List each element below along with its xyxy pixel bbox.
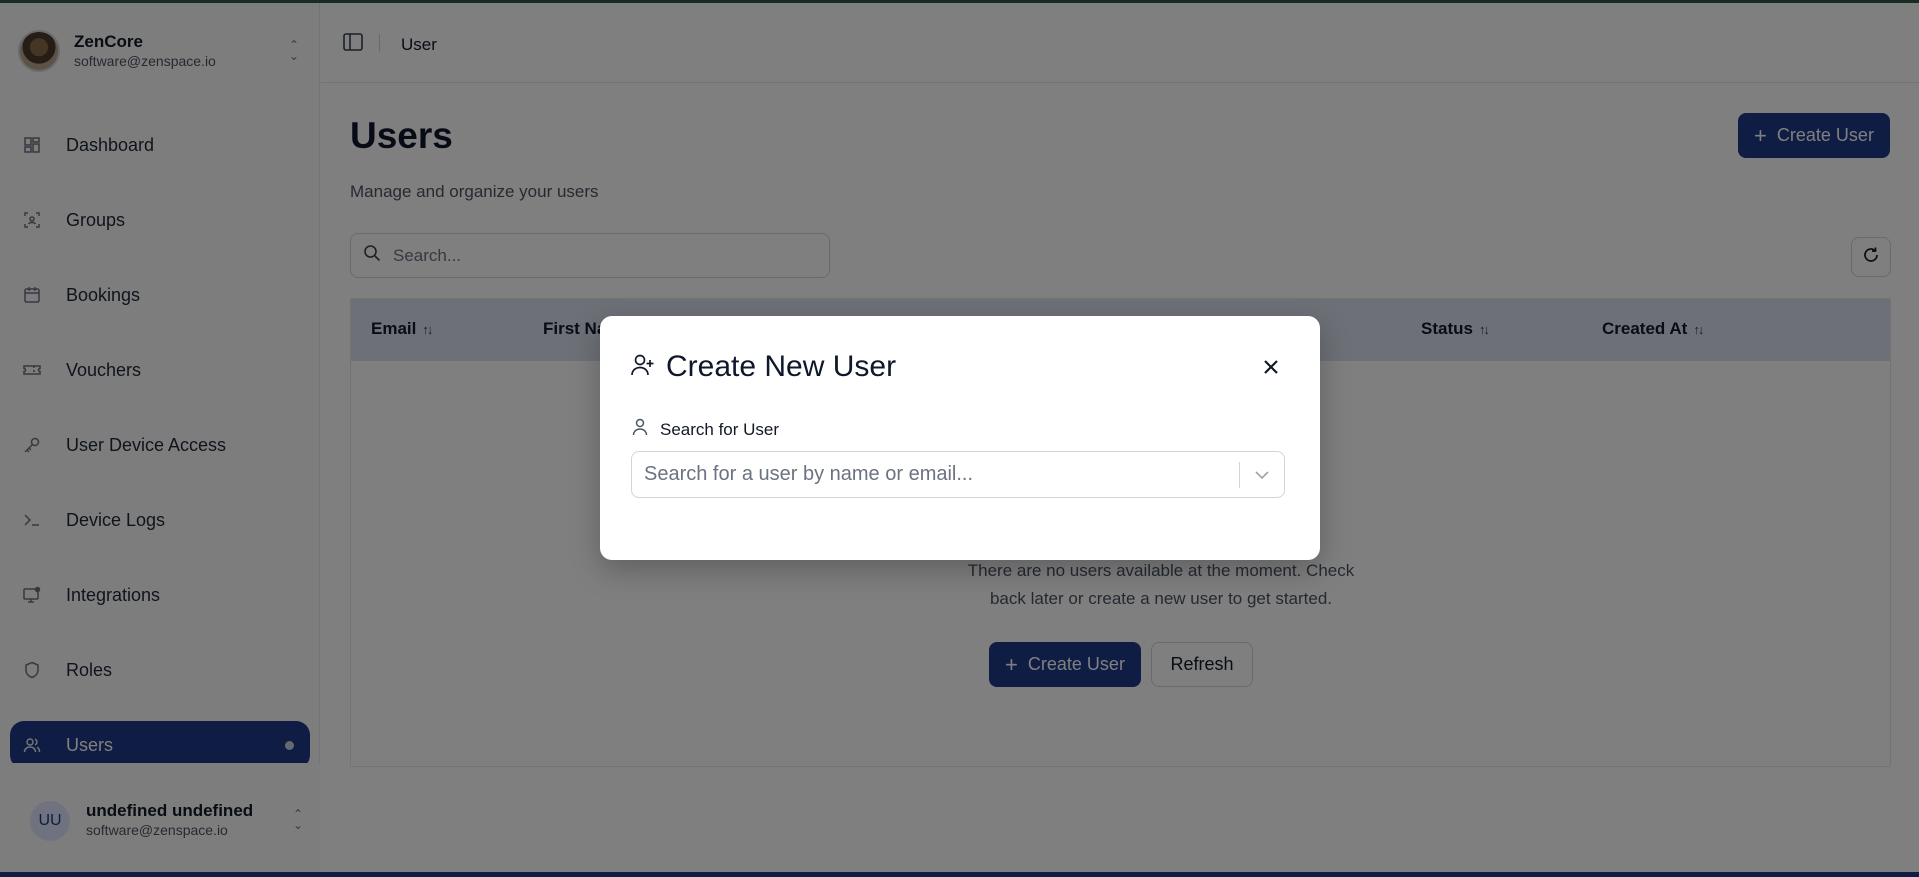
user-plus-icon	[630, 352, 656, 383]
create-user-dialog: Create New User Search for User	[600, 316, 1320, 560]
dialog-title: Create New User	[666, 350, 897, 383]
user-icon	[632, 418, 648, 441]
close-icon[interactable]	[1260, 356, 1282, 378]
user-search-input[interactable]	[644, 463, 1239, 486]
user-search-combobox[interactable]	[631, 451, 1285, 498]
search-user-label: Search for User	[660, 419, 780, 439]
chevron-down-icon[interactable]	[1240, 451, 1284, 498]
